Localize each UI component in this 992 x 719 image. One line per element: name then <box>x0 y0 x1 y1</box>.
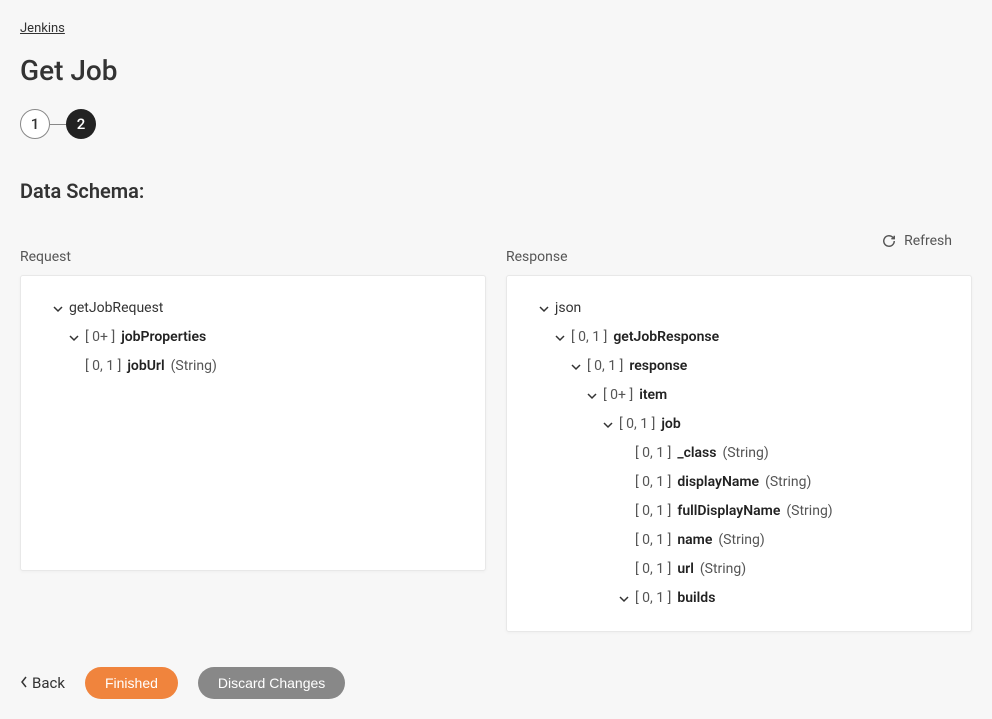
node-name: fullDisplayName <box>677 501 780 522</box>
chevron-down-icon <box>53 304 63 314</box>
node-name: job <box>661 414 680 435</box>
chevron-down-icon <box>619 594 629 604</box>
node-cardinality: [ 0, 1 ] <box>635 443 671 464</box>
chevron-down-icon <box>603 420 613 430</box>
node-cardinality: [ 0, 1 ] <box>587 356 623 377</box>
node-type: (String) <box>700 559 746 580</box>
node-cardinality: [ 0, 1 ] <box>635 472 671 493</box>
node-name: json <box>555 298 581 319</box>
section-heading-data-schema: Data Schema: <box>20 179 972 203</box>
node-cardinality: [ 0, 1 ] <box>635 588 671 609</box>
node-type: (String) <box>718 530 764 551</box>
response-panel: json [ 0, 1 ] getJobResponse [ 0, 1 ] re… <box>506 275 972 632</box>
node-cardinality: [ 0+ ] <box>603 385 633 406</box>
tree-node-namefield[interactable]: [ 0, 1 ] name (String) <box>523 526 955 555</box>
tree-node-displayname[interactable]: [ 0, 1 ] displayName (String) <box>523 468 955 497</box>
chevron-down-icon <box>539 304 549 314</box>
request-label: Request <box>20 249 486 265</box>
refresh-label: Refresh <box>904 233 952 249</box>
node-cardinality: [ 0, 1 ] <box>635 530 671 551</box>
node-name: _class <box>677 443 716 464</box>
chevron-down-icon <box>69 333 79 343</box>
response-label: Response <box>506 249 972 265</box>
tree-node-jobproperties[interactable]: [ 0+ ] jobProperties <box>37 323 469 352</box>
breadcrumb-jenkins[interactable]: Jenkins <box>20 21 65 36</box>
page-title: Get Job <box>20 54 972 87</box>
tree-node-joburl[interactable]: [ 0, 1 ] jobUrl (String) <box>37 352 469 381</box>
chevron-down-icon <box>587 391 597 401</box>
node-name: getJobRequest <box>69 298 163 319</box>
action-bar: Back Finished Discard Changes <box>20 667 972 699</box>
chevron-down-icon <box>555 333 565 343</box>
node-type: (String) <box>786 501 832 522</box>
back-button[interactable]: Back <box>20 674 65 692</box>
step-1[interactable]: 1 <box>20 109 50 139</box>
node-name: item <box>639 385 667 406</box>
refresh-button[interactable]: Refresh <box>20 233 972 249</box>
node-cardinality: [ 0, 1 ] <box>635 501 671 522</box>
node-cardinality: [ 0, 1 ] <box>571 327 607 348</box>
node-cardinality: [ 0+ ] <box>85 327 115 348</box>
node-name: jobProperties <box>121 327 206 348</box>
request-panel: getJobRequest [ 0+ ] jobProperties [ 0, … <box>20 275 486 571</box>
back-label: Back <box>32 674 65 692</box>
tree-node-response[interactable]: [ 0, 1 ] response <box>523 352 955 381</box>
discard-changes-button[interactable]: Discard Changes <box>198 667 345 699</box>
tree-node-url[interactable]: [ 0, 1 ] url (String) <box>523 555 955 584</box>
node-cardinality: [ 0, 1 ] <box>85 356 121 377</box>
node-type: (String) <box>722 443 768 464</box>
node-name: displayName <box>677 472 759 493</box>
finished-button[interactable]: Finished <box>85 667 178 699</box>
node-type: (String) <box>171 356 217 377</box>
node-name: getJobResponse <box>613 327 719 348</box>
node-cardinality: [ 0, 1 ] <box>619 414 655 435</box>
tree-node-job[interactable]: [ 0, 1 ] job <box>523 410 955 439</box>
node-cardinality: [ 0, 1 ] <box>635 559 671 580</box>
tree-node-item[interactable]: [ 0+ ] item <box>523 381 955 410</box>
step-connector <box>50 124 66 125</box>
node-name: jobUrl <box>127 356 164 377</box>
node-name: builds <box>677 588 715 609</box>
node-type: (String) <box>765 472 811 493</box>
refresh-icon <box>882 234 896 248</box>
chevron-left-icon <box>20 674 28 692</box>
step-2[interactable]: 2 <box>66 109 96 139</box>
tree-node-json[interactable]: json <box>523 294 955 323</box>
tree-node-class[interactable]: [ 0, 1 ] _class (String) <box>523 439 955 468</box>
node-name: url <box>677 559 694 580</box>
node-name: response <box>629 356 687 377</box>
tree-node-fulldisplayname[interactable]: [ 0, 1 ] fullDisplayName (String) <box>523 497 955 526</box>
tree-node-builds[interactable]: [ 0, 1 ] builds <box>523 584 955 613</box>
request-column: Request getJobRequest [ 0+ ] jobProperti… <box>20 249 486 632</box>
tree-node-getjobrequest[interactable]: getJobRequest <box>37 294 469 323</box>
node-name: name <box>677 530 712 551</box>
stepper: 1 2 <box>20 109 972 139</box>
tree-node-getjobresponse[interactable]: [ 0, 1 ] getJobResponse <box>523 323 955 352</box>
response-column: Response json [ 0, 1 ] getJobResponse [ … <box>506 249 972 632</box>
chevron-down-icon <box>571 362 581 372</box>
